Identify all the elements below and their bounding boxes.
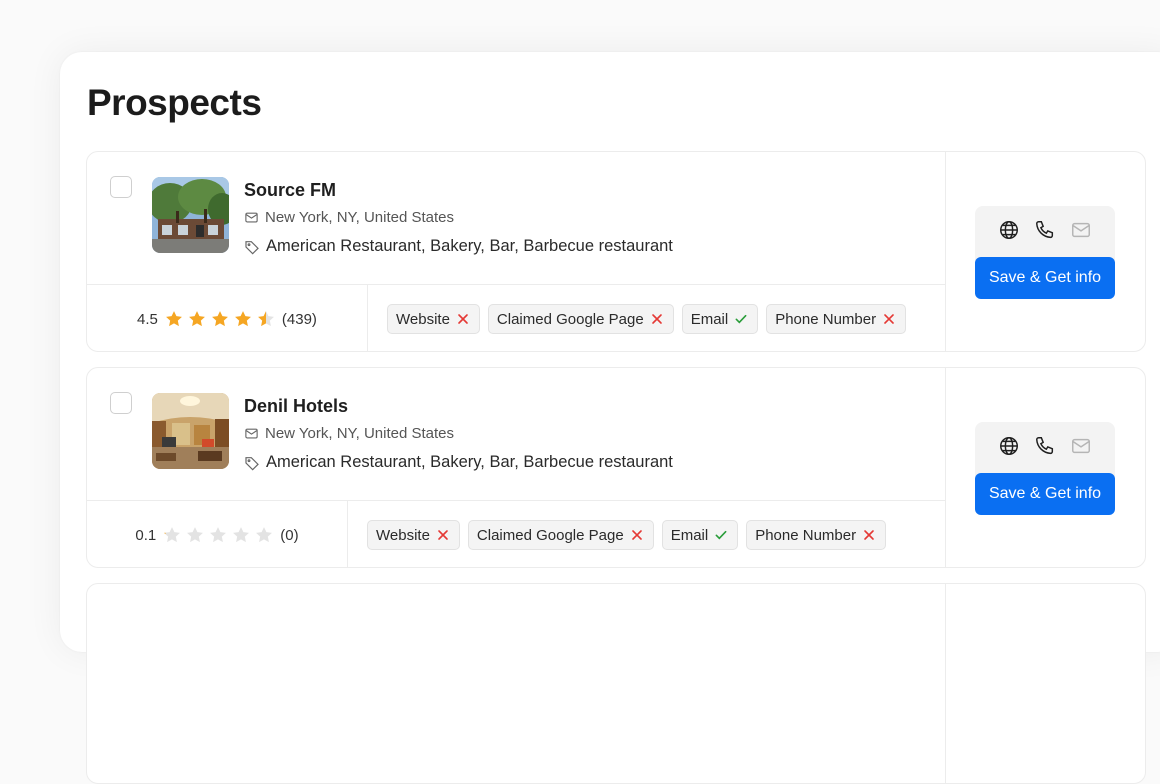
prospect-header: Denil Hotels New York, NY, United States…	[87, 368, 945, 501]
prospect-card	[86, 583, 1146, 784]
cross-icon	[651, 314, 662, 324]
prospect-main	[87, 584, 946, 783]
chip-label: Claimed Google Page	[476, 526, 624, 544]
mail-icon[interactable]	[1070, 219, 1092, 241]
business-name[interactable]: Source FM	[244, 180, 336, 201]
category-line: American Restaurant, Bakery, Bar, Barbec…	[244, 237, 673, 256]
status-chip: Phone Number	[746, 520, 887, 550]
chip-label: Claimed Google Page	[496, 310, 644, 328]
tag-icon	[245, 456, 259, 471]
business-location: New York, NY, United States	[265, 209, 454, 226]
check-icon	[735, 314, 747, 324]
mail-icon[interactable]	[1070, 435, 1092, 457]
star-empty-icon	[233, 527, 250, 543]
category-line: American Restaurant, Bakery, Bar, Barbec…	[244, 453, 673, 472]
contact-icons	[975, 219, 1115, 241]
star-filled-icon	[234, 311, 251, 327]
prospect-main: Denil Hotels New York, NY, United States…	[87, 368, 946, 567]
rating-value: 0.1	[135, 526, 157, 544]
globe-icon[interactable]	[998, 219, 1020, 241]
star-half-icon	[164, 527, 181, 543]
cross-icon	[884, 314, 894, 324]
review-count: (0)	[280, 526, 299, 544]
star-filled-icon	[211, 311, 228, 327]
save-get-info-button[interactable]: Save & Get info	[975, 473, 1115, 515]
save-get-info-button[interactable]: Save & Get info	[975, 257, 1115, 299]
prospects-panel: Prospects Source FM New York, NY, United…	[60, 52, 1160, 784]
prospect-footer: 0.1 (0) Website Claimed Google Page Email P…	[87, 501, 945, 567]
page-title: Prospects	[87, 82, 262, 123]
chip-list: Website Claimed Google Page Email Phone Num…	[367, 520, 887, 550]
chip-list: Website Claimed Google Page Email Phone Num…	[387, 304, 907, 334]
business-photo	[152, 393, 229, 469]
prospect-main: Source FM New York, NY, United States Am…	[87, 152, 946, 351]
rating-block: 0.1 (0)	[87, 501, 348, 567]
business-categories: American Restaurant, Bakery, Bar, Barbec…	[266, 453, 673, 471]
business-categories: American Restaurant, Bakery, Bar, Barbec…	[266, 237, 673, 255]
status-chip: Claimed Google Page	[487, 304, 674, 334]
cross-icon	[458, 314, 468, 324]
chip-label: Website	[396, 310, 450, 328]
star-empty-icon	[256, 527, 273, 543]
action-box: Save & Get info	[975, 422, 1115, 515]
location-line: New York, NY, United States	[244, 425, 454, 442]
select-checkbox[interactable]	[110, 176, 132, 198]
rating-block: 4.5 (439)	[87, 285, 368, 351]
chip-label: Phone Number	[775, 310, 877, 328]
tag-icon	[245, 240, 259, 255]
contact-icons	[975, 435, 1115, 457]
status-chip: Website	[367, 520, 460, 550]
star-empty-icon	[210, 527, 227, 543]
status-chip: Claimed Google Page	[467, 520, 654, 550]
status-chip: Phone Number	[766, 304, 907, 334]
business-name[interactable]: Denil Hotels	[244, 396, 348, 417]
prospect-footer: 4.5 (439) Website Claimed Google Page Emai…	[87, 285, 945, 351]
check-icon	[715, 530, 727, 540]
phone-icon[interactable]	[1034, 219, 1056, 241]
star-empty-icon	[187, 527, 204, 543]
star-half-icon	[257, 311, 274, 327]
prospect-card: Source FM New York, NY, United States Am…	[86, 151, 1146, 352]
cross-icon	[438, 530, 448, 540]
chip-label: Phone Number	[755, 526, 857, 544]
mail-icon	[245, 428, 258, 439]
business-location: New York, NY, United States	[265, 425, 454, 442]
globe-icon[interactable]	[998, 435, 1020, 457]
prospect-actions: Save & Get info	[945, 152, 1145, 351]
phone-icon[interactable]	[1034, 435, 1056, 457]
chip-label: Website	[376, 526, 430, 544]
chip-label: Email	[670, 526, 709, 544]
star-rating	[164, 309, 276, 329]
star-filled-icon	[188, 311, 205, 327]
status-chip: Website	[387, 304, 480, 334]
prospect-actions: Save & Get info	[945, 368, 1145, 567]
action-box: Save & Get info	[975, 206, 1115, 299]
star-filled-icon	[165, 311, 182, 327]
cross-icon	[864, 530, 874, 540]
mail-icon	[245, 212, 258, 223]
rating-value: 4.5	[137, 310, 158, 328]
business-photo	[152, 177, 229, 253]
status-chip: Email	[661, 520, 739, 550]
cross-icon	[631, 530, 642, 540]
prospect-card: Denil Hotels New York, NY, United States…	[86, 367, 1146, 568]
star-rating	[162, 525, 274, 545]
status-chip: Email	[681, 304, 759, 334]
chip-label: Email	[690, 310, 729, 328]
prospect-header: Source FM New York, NY, United States Am…	[87, 152, 945, 285]
review-count: (439)	[281, 310, 317, 328]
select-checkbox[interactable]	[110, 392, 132, 414]
location-line: New York, NY, United States	[244, 209, 454, 226]
